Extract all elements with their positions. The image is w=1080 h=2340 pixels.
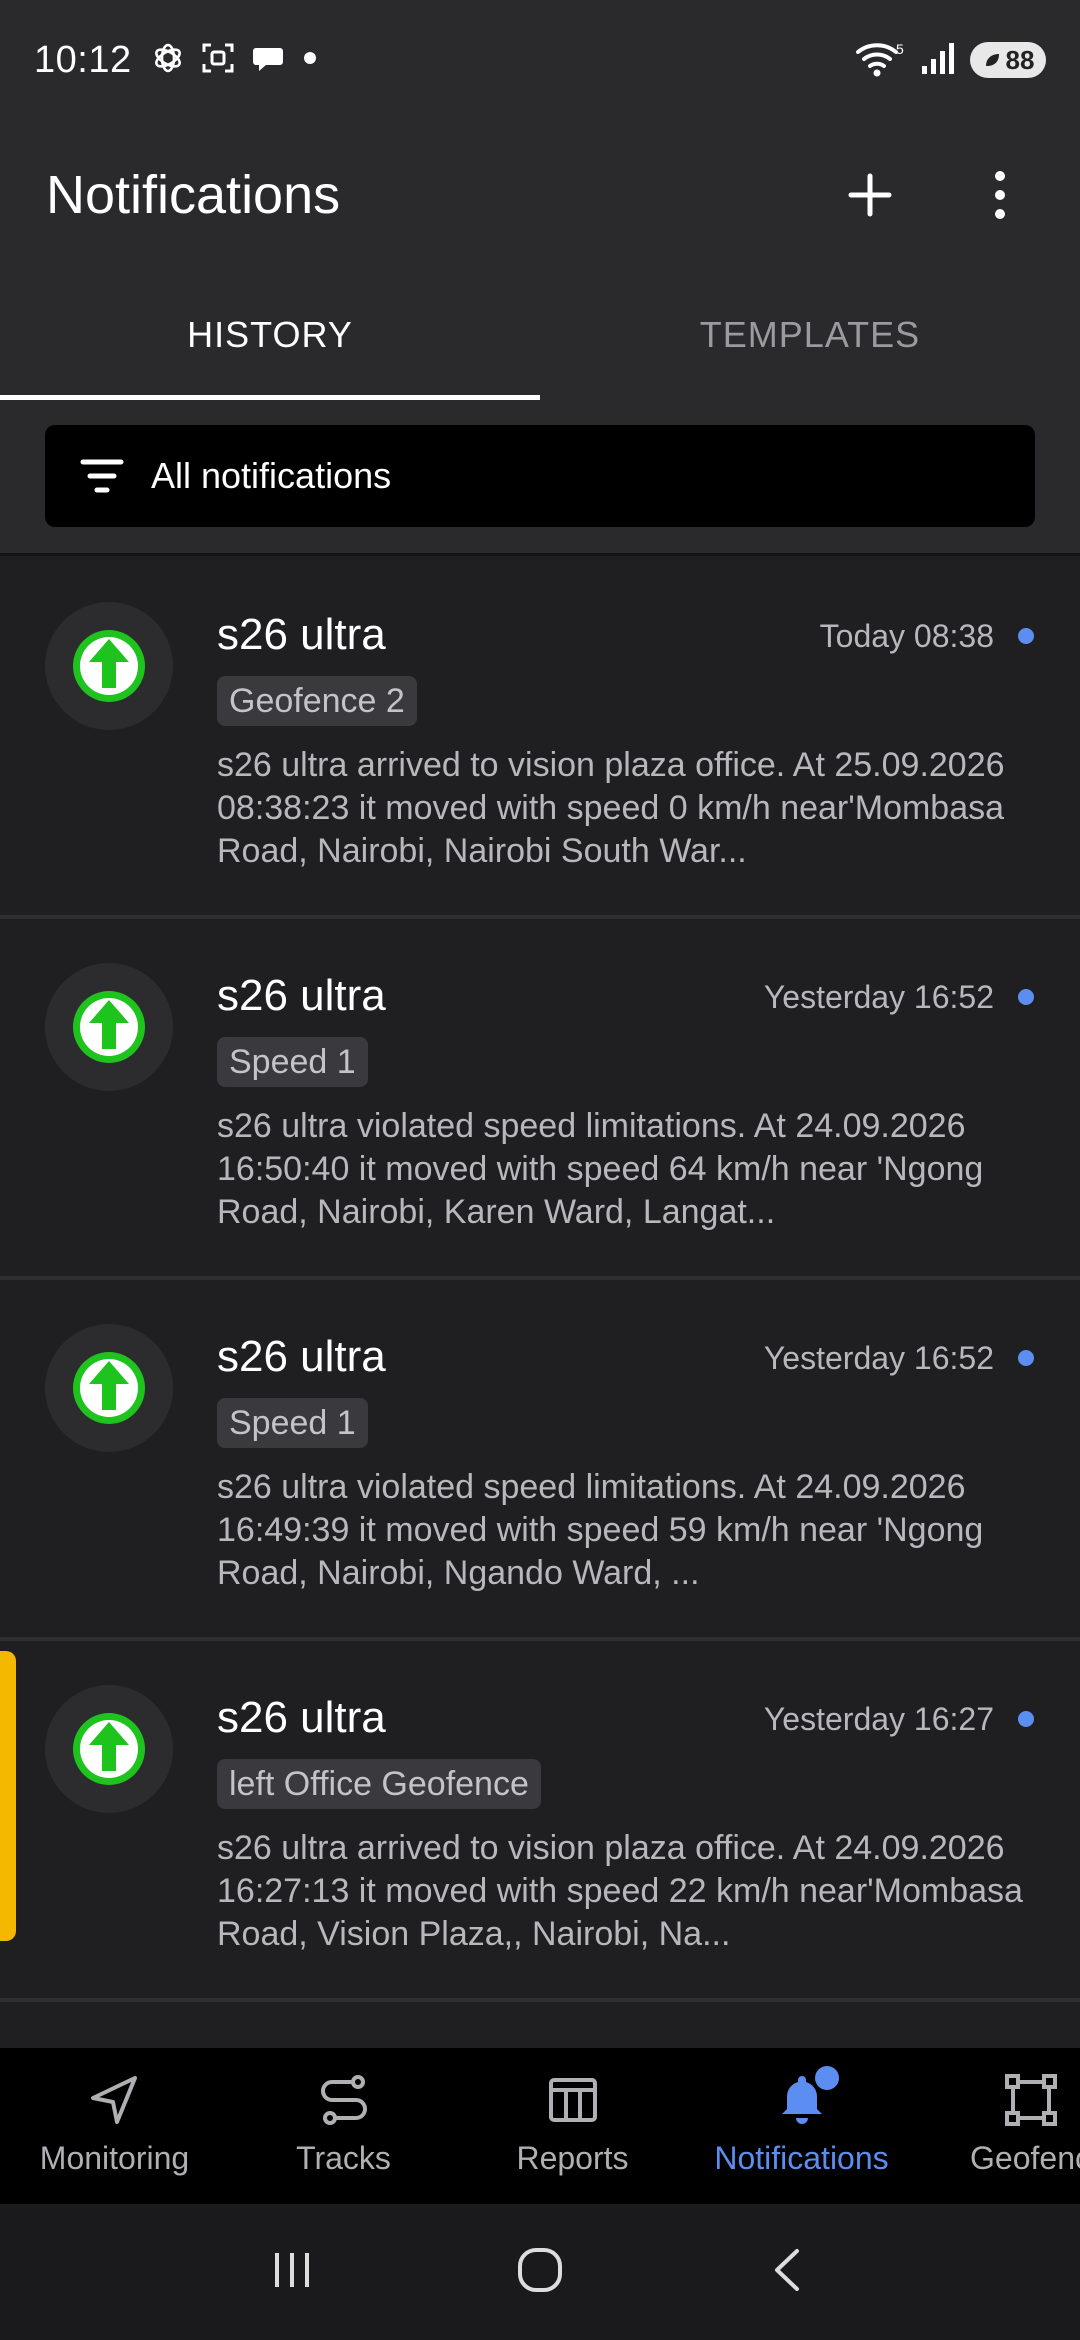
status-right: 5 88 xyxy=(854,38,1046,83)
screenshot-icon xyxy=(200,40,236,81)
add-button[interactable] xyxy=(840,165,900,225)
avatar xyxy=(45,1324,173,1452)
nav-label: Tracks xyxy=(296,2140,391,2176)
unread-dot xyxy=(1018,1350,1034,1366)
app-bar: Notifications xyxy=(0,120,1080,270)
notification-item[interactable]: s26 ultra Yesterday 16:27 left Office Ge… xyxy=(0,1641,1080,2002)
battery-level: 88 xyxy=(1005,44,1035,75)
dot-icon xyxy=(300,40,320,81)
notification-title: s26 ultra xyxy=(217,1693,386,1742)
more-options-button[interactable] xyxy=(970,165,1030,225)
bottom-nav: Monitoring Tracks Reports Notifications … xyxy=(0,2048,1080,2204)
filter-label: All notifications xyxy=(151,455,392,496)
app-root: 10:12 5 88 Notifications HISTORY TEMPLAT… xyxy=(0,0,1080,2340)
nav-notifications[interactable]: Notifications xyxy=(687,2048,916,2204)
back-button[interactable] xyxy=(763,2245,813,2300)
notification-time: Yesterday 16:52 xyxy=(763,1340,994,1376)
svg-text:5: 5 xyxy=(896,41,904,57)
tab-bar: HISTORY TEMPLATES xyxy=(0,270,1080,400)
notification-badge: left Office Geofence xyxy=(217,1759,541,1809)
notification-text: s26 ultra violated speed limitations. At… xyxy=(217,1468,984,1592)
nav-geofences[interactable]: Geofenc xyxy=(916,2048,1080,2204)
nav-label: Monitoring xyxy=(39,2140,190,2176)
status-icons-left xyxy=(150,40,320,81)
filter-section: All notifications xyxy=(0,400,1080,556)
navigation-arrow-icon xyxy=(90,2076,137,2124)
unread-dot xyxy=(1018,1711,1034,1727)
notification-title: s26 ultra xyxy=(217,1332,386,1381)
notification-title: s26 ultra xyxy=(217,971,386,1020)
notification-item[interactable]: s26 ultra Yesterday 16:52 Speed 1 s26 ul… xyxy=(0,1280,1080,1641)
notification-item[interactable]: s26 ultra Yesterday 16:52 Speed 1 s26 ul… xyxy=(0,919,1080,1280)
notification-text: s26 ultra arrived to vision plaza office… xyxy=(217,746,1005,870)
chatgpt-icon xyxy=(150,40,186,81)
status-bar: 10:12 5 88 xyxy=(0,0,1080,120)
signal-icon xyxy=(920,40,956,81)
notification-text: s26 ultra arrived to vision plaza office… xyxy=(217,1829,1023,1953)
notification-item[interactable]: s26 ultra Today 08:38 Geofence 2 s26 ult… xyxy=(0,558,1080,919)
notification-title: s26 ultra xyxy=(217,610,386,659)
arrival-arrow-icon xyxy=(73,991,145,1063)
filter-icon xyxy=(80,459,124,493)
system-nav-bar xyxy=(0,2204,1080,2340)
recent-apps-icon xyxy=(275,2252,310,2287)
notification-list[interactable]: s26 ultra Today 08:38 Geofence 2 s26 ult… xyxy=(0,558,1080,2002)
unread-dot xyxy=(1018,989,1034,1005)
notification-text: s26 ultra violated speed limitations. At… xyxy=(217,1107,984,1231)
notification-badge: Speed 1 xyxy=(217,1037,368,1087)
notification-time: Yesterday 16:52 xyxy=(763,979,994,1015)
more-vert-icon xyxy=(995,171,1005,219)
notification-badge: Speed 1 xyxy=(217,1398,368,1448)
geofence-icon xyxy=(1004,2074,1057,2126)
status-left: 10:12 xyxy=(34,39,320,82)
page-title: Notifications xyxy=(46,165,341,225)
add-icon xyxy=(848,173,892,217)
home-button[interactable] xyxy=(512,2242,568,2303)
wifi-icon: 5 xyxy=(854,38,906,83)
nav-label: Reports xyxy=(516,2140,629,2176)
route-icon xyxy=(320,2075,367,2125)
back-icon xyxy=(774,2248,799,2291)
avatar xyxy=(45,602,173,730)
notification-badge: Geofence 2 xyxy=(217,676,417,726)
notification-time: Today 08:38 xyxy=(819,618,994,654)
nav-label: Geofenc xyxy=(970,2140,1080,2176)
nav-label: Notifications xyxy=(714,2140,889,2176)
nav-tracks[interactable]: Tracks xyxy=(229,2048,458,2204)
nav-reports[interactable]: Reports xyxy=(458,2048,687,2204)
filter-button[interactable]: All notifications xyxy=(45,425,1035,527)
recent-apps-button[interactable] xyxy=(267,2245,317,2300)
notification-indicator-dot xyxy=(815,2066,839,2090)
home-icon xyxy=(517,2247,562,2292)
table-icon xyxy=(548,2078,597,2122)
arrival-arrow-icon xyxy=(73,1352,145,1424)
tab-history[interactable]: HISTORY xyxy=(0,270,540,400)
arrival-arrow-icon xyxy=(73,1713,145,1785)
notification-time: Yesterday 16:27 xyxy=(763,1701,994,1737)
status-time: 10:12 xyxy=(34,38,132,81)
messages-icon xyxy=(250,40,286,81)
avatar xyxy=(45,1685,173,1813)
arrival-arrow-icon xyxy=(73,630,145,702)
nav-monitoring[interactable]: Monitoring xyxy=(0,2048,229,2204)
avatar xyxy=(45,963,173,1091)
unread-dot xyxy=(1018,628,1034,644)
battery-icon: 88 xyxy=(970,42,1046,78)
tab-templates[interactable]: TEMPLATES xyxy=(540,270,1080,400)
app-actions xyxy=(840,165,1034,225)
